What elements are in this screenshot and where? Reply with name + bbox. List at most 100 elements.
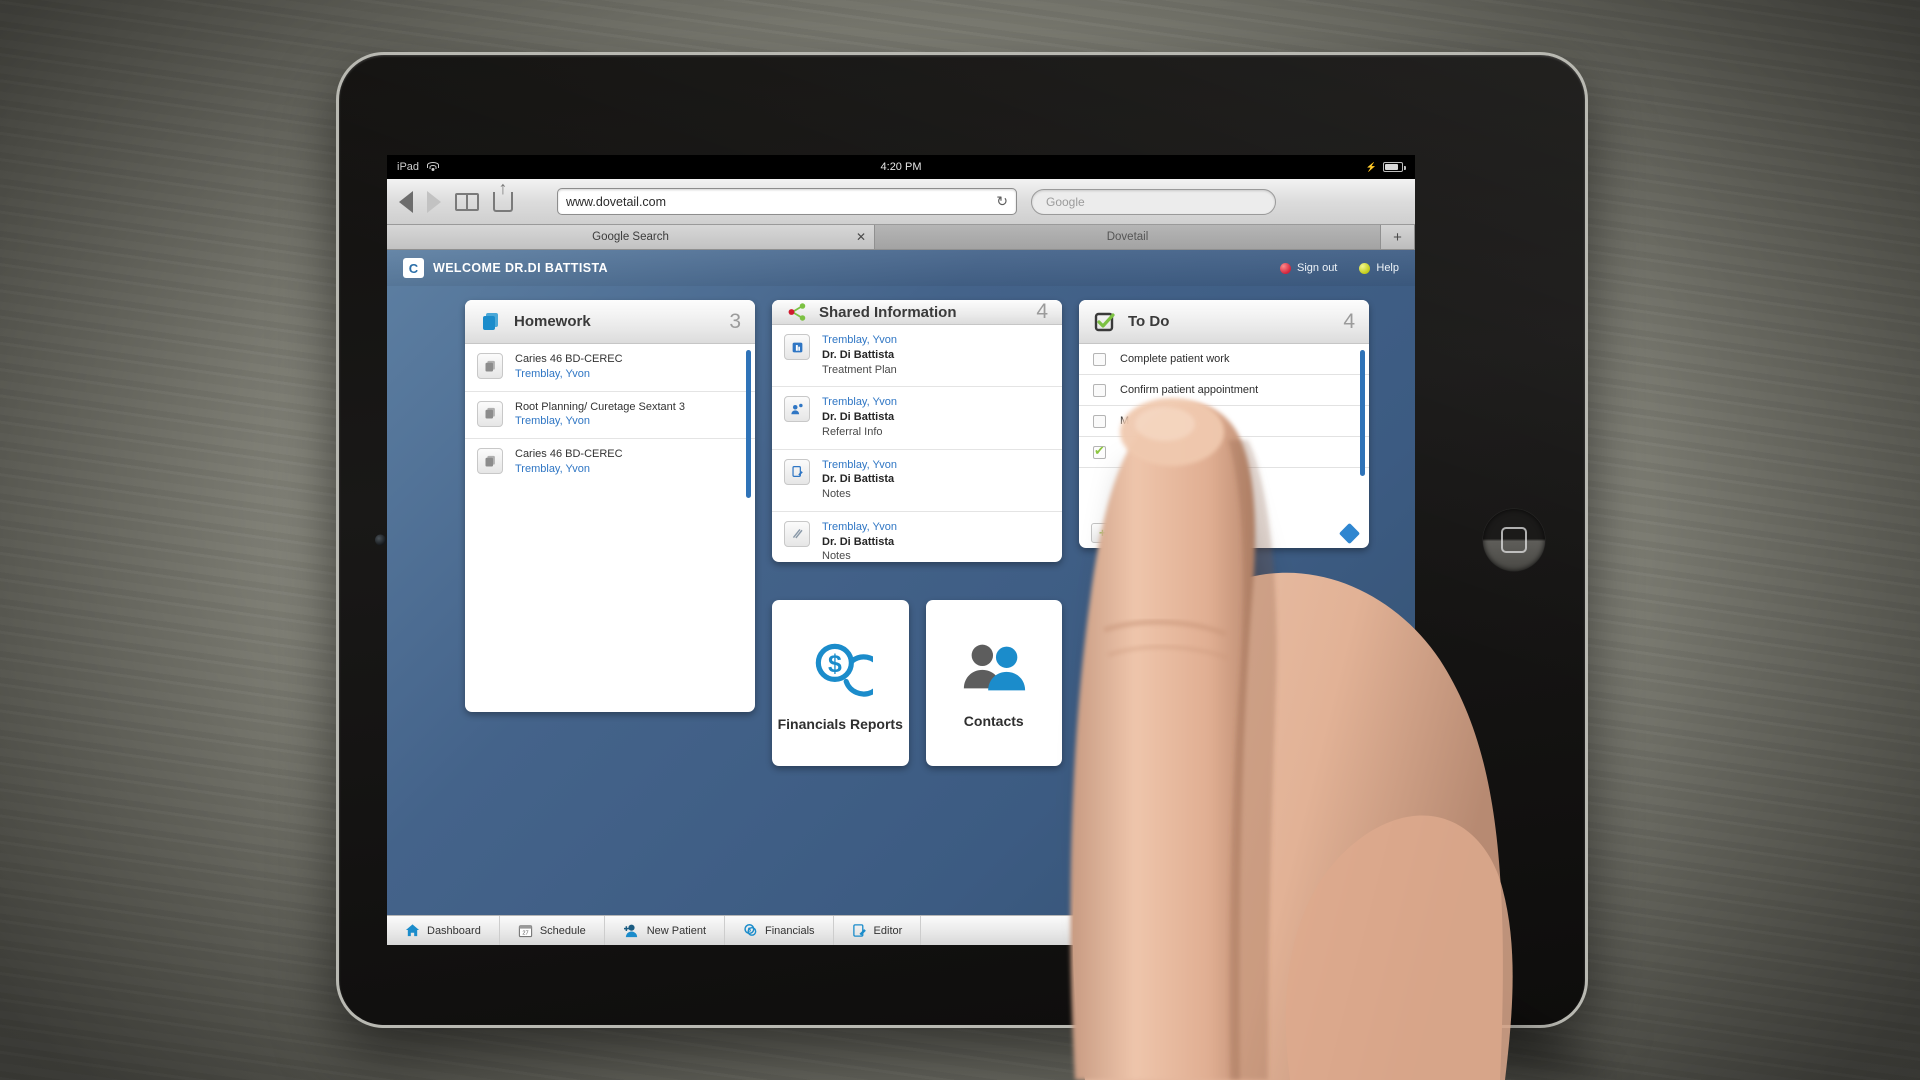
nav-schedule[interactable]: 27 Schedule (500, 916, 605, 945)
shared-title: Shared Information (819, 303, 957, 321)
close-icon[interactable]: ✕ (856, 230, 866, 244)
ipad-device: iPad 4:20 PM ⚡ www.dovetail.com ↻ Google (336, 52, 1588, 1028)
plus-icon: + (1099, 526, 1107, 540)
shared-item-1[interactable]: Tremblay, Yvon Dr. Di Battista Treatment… (772, 325, 1062, 388)
sign-out-icon (1280, 262, 1291, 274)
homework-list: Caries 46 BD-CEREC Tremblay, Yvon Root P… (465, 344, 755, 712)
todo-item-4-checkbox[interactable] (1093, 443, 1106, 459)
shared-item-4-patient: Tremblay, Yvon (822, 520, 897, 533)
shared-header: Shared Information 4 (772, 300, 1062, 325)
todo-item-1[interactable]: Complete patient work (1079, 344, 1369, 375)
chart-icon (784, 334, 810, 360)
book-icon[interactable] (455, 192, 479, 211)
nav-schedule-label: Schedule (539, 924, 586, 937)
homework-scrollbar[interactable] (746, 350, 751, 498)
shared-item-2-patient: Tremblay, Yvon (822, 396, 897, 409)
address-bar[interactable]: www.dovetail.com ↻ (557, 188, 1017, 215)
todo-item-1-label: Complete patient work (1120, 353, 1230, 365)
todo-item-3-checkbox[interactable] (1093, 414, 1106, 428)
bottom-navigation: Dashboard 27 Schedule New Patient $ Fina… (387, 915, 1415, 945)
shared-item-2[interactable]: Tremblay, Yvon Dr. Di Battista Referral … (772, 387, 1062, 450)
shared-item-1-text: Tremblay, Yvon Dr. Di Battista Treatment… (822, 334, 897, 377)
share-nodes-icon (788, 303, 806, 321)
todo-item-2[interactable]: Confirm patient appointment (1079, 375, 1369, 406)
todo-header: To Do 4 (1079, 300, 1369, 344)
homework-panel: Homework 3 Caries 46 BD-CEREC Tremblay, … (465, 300, 755, 712)
note-edit-icon (784, 458, 810, 485)
tile-contacts-label: Contacts (963, 713, 1024, 729)
bolt-icon: ⚡ (1365, 161, 1377, 172)
homework-item-1-title: Caries 46 BD-CEREC (515, 353, 623, 365)
documents-icon (477, 353, 503, 379)
shared-item-4-doctor: Dr. Di Battista (822, 535, 895, 548)
new-tab-button[interactable]: + (1381, 225, 1415, 249)
tile-contacts[interactable]: Contacts (925, 600, 1062, 766)
calendar-icon: 27 (518, 925, 532, 938)
dovetail-app: C WELCOME DR.DI BATTISTA Sign out Help H… (387, 250, 1415, 945)
homework-header: Homework 3 (465, 300, 755, 344)
help-button[interactable]: Help (1359, 262, 1399, 274)
shared-item-3-type: Notes (822, 488, 851, 500)
todo-title: To Do (1128, 313, 1170, 330)
status-left: iPad (387, 161, 440, 173)
tab-google-search-label: Google Search (592, 231, 669, 243)
homework-item-3[interactable]: Caries 46 BD-CEREC Tremblay, Yvon (465, 439, 755, 486)
nav-dashboard[interactable]: Dashboard (387, 916, 500, 945)
search-input[interactable]: Google (1031, 188, 1276, 215)
ipad-screen: iPad 4:20 PM ⚡ www.dovetail.com ↻ Google (387, 155, 1415, 945)
homework-item-3-patient: Tremblay, Yvon (515, 462, 590, 475)
column-homework: Homework 3 Caries 46 BD-CEREC Tremblay, … (465, 300, 755, 766)
nav-editor[interactable]: Editor (834, 916, 922, 945)
homework-item-1[interactable]: Caries 46 BD-CEREC Tremblay, Yvon (465, 344, 755, 392)
homework-item-2[interactable]: Root Planning/ Curetage Sextant 3 Trembl… (465, 392, 755, 439)
sign-out-button[interactable]: Sign out (1280, 262, 1337, 274)
shared-item-2-text: Tremblay, Yvon Dr. Di Battista Referral … (822, 396, 897, 439)
shared-item-3[interactable]: Tremblay, Yvon Dr. Di Battista Notes (772, 450, 1062, 512)
battery-icon (1383, 162, 1406, 172)
tab-google-search[interactable]: Google Search ✕ (387, 225, 875, 249)
pencil-edit-icon (852, 924, 866, 937)
shared-item-2-type: Referral Info (822, 425, 883, 438)
todo-list: Complete patient work Confirm patient ap… (1079, 344, 1369, 548)
todo-footer: + Add (1079, 518, 1369, 548)
homework-item-3-text: Caries 46 BD-CEREC Tremblay, Yvon (515, 448, 623, 477)
carrier-label: iPad (397, 161, 420, 173)
todo-item-2-checkbox[interactable] (1093, 383, 1106, 397)
safari-tab-bar: Google Search ✕ Dovetail + (387, 225, 1415, 250)
todo-item-4[interactable] (1079, 437, 1369, 468)
shared-item-4[interactable]: Tremblay, Yvon Dr. Di Battista Notes (772, 512, 1062, 562)
dashboard-panels: Homework 3 Caries 46 BD-CEREC Tremblay, … (387, 286, 1415, 766)
header-actions: Sign out Help (1280, 262, 1399, 274)
tab-dovetail[interactable]: Dovetail (875, 225, 1381, 249)
back-arrow-icon[interactable] (399, 190, 413, 213)
reload-icon[interactable]: ↻ (996, 193, 1008, 210)
tab-dovetail-label: Dovetail (1106, 231, 1149, 243)
todo-item-3[interactable]: M (1079, 406, 1369, 437)
nav-new-patient-label: New Patient (646, 924, 707, 937)
nav-new-patient[interactable]: New Patient (605, 916, 726, 945)
dollar-coin-icon: $ (816, 643, 874, 697)
todo-scrollbar[interactable] (1360, 350, 1365, 476)
forward-arrow-icon[interactable] (427, 190, 441, 213)
homework-item-2-patient: Tremblay, Yvon (515, 415, 590, 428)
todo-item-1-checkbox[interactable] (1093, 352, 1106, 366)
welcome-title: WELCOME DR.DI BATTISTA (433, 261, 608, 275)
shared-item-4-text: Tremblay, Yvon Dr. Di Battista Notes (822, 521, 897, 562)
help-icon (1359, 262, 1371, 274)
add-todo-button[interactable]: + Add (1091, 523, 1137, 543)
nav-financials[interactable]: $ Financials (725, 916, 834, 945)
homework-item-3-title: Caries 46 BD-CEREC (515, 448, 623, 460)
shared-item-1-type: Treatment Plan (822, 363, 897, 376)
homework-count: 3 (729, 309, 741, 333)
share-icon[interactable] (493, 191, 513, 212)
svg-text:$: $ (828, 651, 842, 678)
home-button[interactable] (1483, 509, 1545, 571)
tile-financials-reports[interactable]: $ Financials Reports (772, 600, 909, 766)
contact-icon (784, 396, 810, 423)
svg-text:27: 27 (522, 931, 528, 937)
todo-count: 4 (1343, 309, 1355, 333)
add-person-icon (623, 924, 637, 938)
tools-icon (784, 520, 810, 547)
address-bar-value: www.dovetail.com (566, 194, 667, 209)
diamond-icon[interactable] (1338, 522, 1361, 544)
